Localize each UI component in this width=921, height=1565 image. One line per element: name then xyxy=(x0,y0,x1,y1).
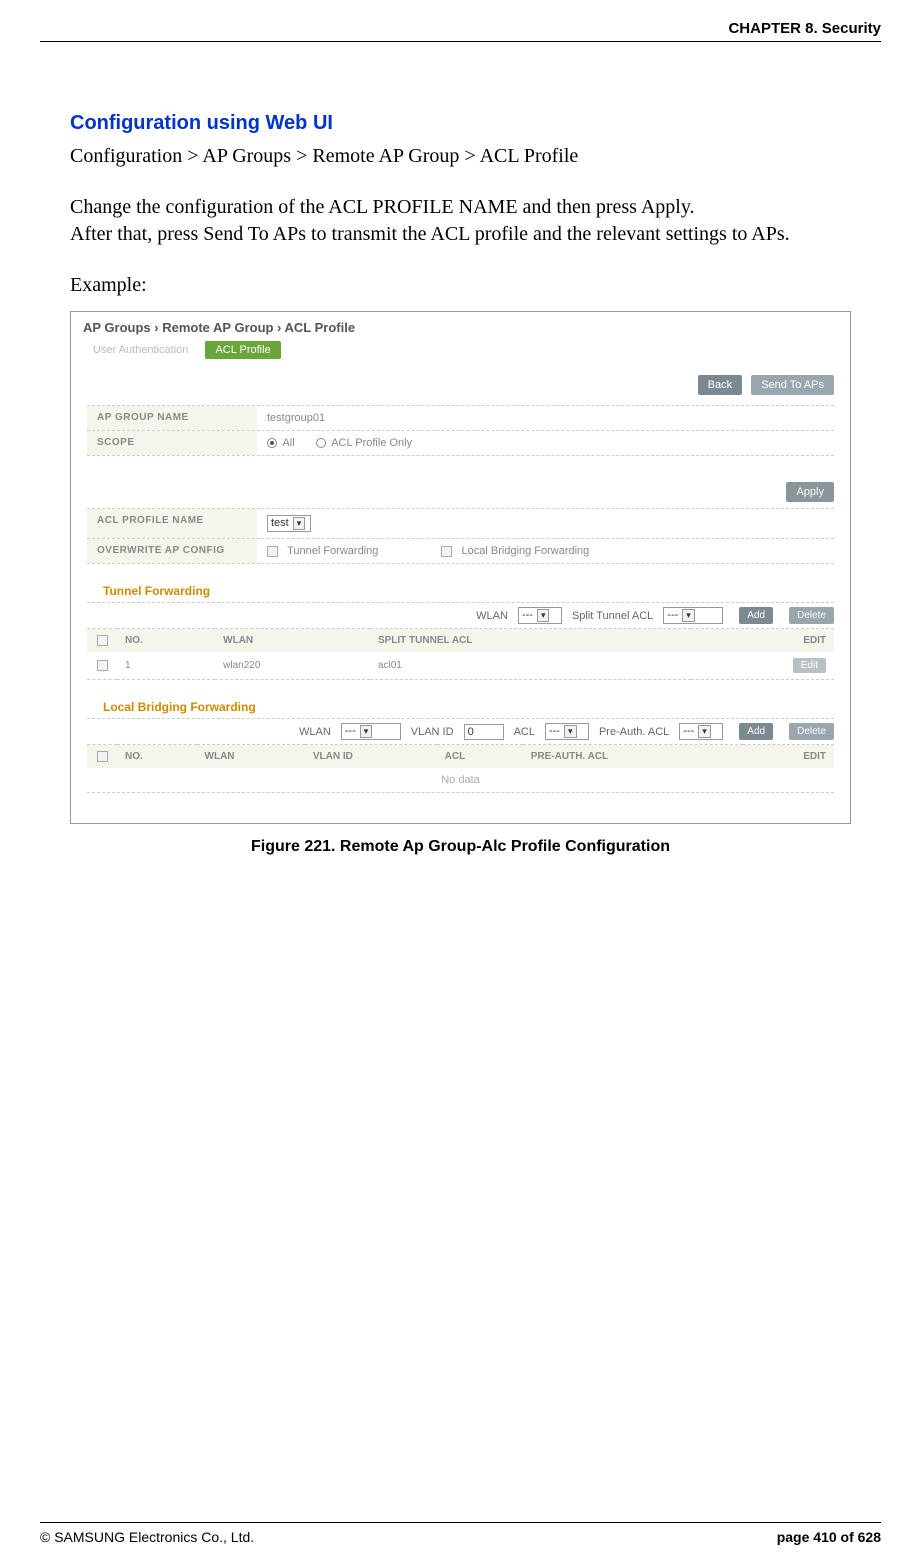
tab-acl-profile[interactable]: ACL Profile xyxy=(205,341,280,359)
chevron-down-icon: ▾ xyxy=(293,517,306,530)
ss-tab-row: User Authentication ACL Profile xyxy=(71,339,850,371)
select-acl-profile-value: test xyxy=(271,517,289,529)
back-button[interactable]: Back xyxy=(698,375,742,395)
ss-mid-form: ACL PROFILE NAME test ▾ OVERWRITE AP CONF… xyxy=(71,508,850,564)
col-edit: EDIT xyxy=(691,629,834,653)
col-wlan: WLAN xyxy=(215,629,370,653)
example-label: Example: xyxy=(70,274,851,297)
label-overwrite-ap-config: OVERWRITE AP CONFIG xyxy=(87,539,257,563)
tunnel-row-checkbox[interactable] xyxy=(97,660,108,671)
col-split-tunnel-acl: SPLIT TUNNEL ACL xyxy=(370,629,691,653)
edit-button[interactable]: Edit xyxy=(793,658,826,673)
col-acl: ACL xyxy=(437,745,523,769)
tunnel-table: NO. WLAN SPLIT TUNNEL ACL EDIT 1 wlan220… xyxy=(87,628,834,680)
local-header-checkbox[interactable] xyxy=(97,751,108,762)
select-acl-profile-name[interactable]: test ▾ xyxy=(267,515,311,532)
col-no: NO. xyxy=(117,745,197,769)
radio-label-acl-only: ACL Profile Only xyxy=(331,437,412,449)
no-data-message: No data xyxy=(87,768,834,793)
tunnel-delete-button[interactable]: Delete xyxy=(789,607,834,624)
copyright: © SAMSUNG Electronics Co., Ltd. xyxy=(40,1529,254,1545)
label-acl: ACL xyxy=(514,726,535,738)
config-breadcrumb: Configuration > AP Groups > Remote AP Gr… xyxy=(70,145,851,168)
instruction-paragraph: Change the configuration of the ACL PROF… xyxy=(70,194,851,248)
value-ap-group-name: testgroup01 xyxy=(257,406,834,430)
instruction-line-1: Change the configuration of the ACL PROF… xyxy=(70,196,695,218)
table-row: 1 wlan220 acl01 Edit xyxy=(87,652,834,680)
label-vlan-id: VLAN ID xyxy=(411,726,454,738)
instruction-line-2: After that, press Send To APs to transmi… xyxy=(70,223,790,245)
section-title: Configuration using Web UI xyxy=(70,112,851,135)
cell-wlan: wlan220 xyxy=(215,652,370,680)
heading-tunnel-forwarding: Tunnel Forwarding xyxy=(87,574,834,603)
label-split-tunnel-acl: Split Tunnel ACL xyxy=(572,610,653,622)
tunnel-controls: WLAN ---▾ Split Tunnel ACL ---▾ Add Dele… xyxy=(71,603,850,628)
col-wlan: WLAN xyxy=(197,745,305,769)
checkbox-label-tunnel: Tunnel Forwarding xyxy=(287,545,378,557)
embedded-screenshot: AP Groups › Remote AP Group › ACL Profil… xyxy=(70,311,851,824)
input-vlan-id[interactable]: 0 xyxy=(464,724,504,740)
local-delete-button[interactable]: Delete xyxy=(789,723,834,740)
local-add-button[interactable]: Add xyxy=(739,723,773,740)
label-local-wlan: WLAN xyxy=(299,726,331,738)
radio-scope-all[interactable] xyxy=(267,438,277,448)
heading-local-bridging: Local Bridging Forwarding xyxy=(87,690,834,719)
tab-user-authentication[interactable]: User Authentication xyxy=(83,341,198,359)
ss-apply-row: Apply xyxy=(71,456,850,508)
cell-acl: acl01 xyxy=(370,652,691,680)
checkbox-label-local: Local Bridging Forwarding xyxy=(462,545,590,557)
local-controls: WLAN ---▾ VLAN ID 0 ACL ---▾ Pre-Auth. A… xyxy=(71,719,850,744)
figure-caption: Figure 221. Remote Ap Group-Alc Profile … xyxy=(70,838,851,856)
ss-breadcrumb: AP Groups › Remote AP Group › ACL Profil… xyxy=(71,312,850,339)
label-preauth-acl: Pre-Auth. ACL xyxy=(599,726,669,738)
col-preauth-acl: PRE-AUTH. ACL xyxy=(523,745,743,769)
label-tunnel-wlan: WLAN xyxy=(476,610,508,622)
tunnel-header-checkbox[interactable] xyxy=(97,635,108,646)
cell-no: 1 xyxy=(117,652,215,680)
chevron-down-icon: ▾ xyxy=(698,725,711,738)
tunnel-add-button[interactable]: Add xyxy=(739,607,773,624)
apply-button[interactable]: Apply xyxy=(786,482,834,502)
chevron-down-icon: ▾ xyxy=(682,609,695,622)
select-local-acl[interactable]: ---▾ xyxy=(545,723,589,740)
select-tunnel-wlan[interactable]: ---▾ xyxy=(518,607,562,624)
local-table: NO. WLAN VLAN ID ACL PRE-AUTH. ACL EDIT xyxy=(87,744,834,768)
select-split-tunnel-acl[interactable]: ---▾ xyxy=(663,607,723,624)
radio-scope-acl-only[interactable] xyxy=(316,438,326,448)
page-content: Configuration using Web UI Configuration… xyxy=(40,112,881,856)
checkbox-tunnel-forwarding[interactable] xyxy=(267,546,278,557)
checkbox-local-bridging[interactable] xyxy=(441,546,452,557)
col-vlan-id: VLAN ID xyxy=(305,745,437,769)
col-no: NO. xyxy=(117,629,215,653)
chevron-down-icon: ▾ xyxy=(537,609,550,622)
label-ap-group-name: AP GROUP NAME xyxy=(87,406,257,430)
select-preauth-acl[interactable]: ---▾ xyxy=(679,723,723,740)
page-footer: © SAMSUNG Electronics Co., Ltd. page 410… xyxy=(40,1522,881,1545)
value-scope: All ACL Profile Only xyxy=(257,431,834,455)
page-header: CHAPTER 8. Security xyxy=(40,20,881,42)
chevron-down-icon: ▾ xyxy=(564,725,577,738)
label-acl-profile-name: ACL PROFILE NAME xyxy=(87,509,257,538)
label-scope: SCOPE xyxy=(87,431,257,455)
radio-label-all: All xyxy=(282,437,294,449)
chapter-label: CHAPTER 8. Security xyxy=(728,20,881,37)
ss-top-form: AP GROUP NAME testgroup01 SCOPE All ACL … xyxy=(71,405,850,456)
send-to-aps-button[interactable]: Send To APs xyxy=(751,375,834,395)
select-local-wlan[interactable]: ---▾ xyxy=(341,723,401,740)
ss-top-buttons: Back Send To APs xyxy=(71,371,850,405)
page-number: page 410 of 628 xyxy=(777,1529,881,1545)
col-edit: EDIT xyxy=(743,745,834,769)
chevron-down-icon: ▾ xyxy=(360,725,373,738)
